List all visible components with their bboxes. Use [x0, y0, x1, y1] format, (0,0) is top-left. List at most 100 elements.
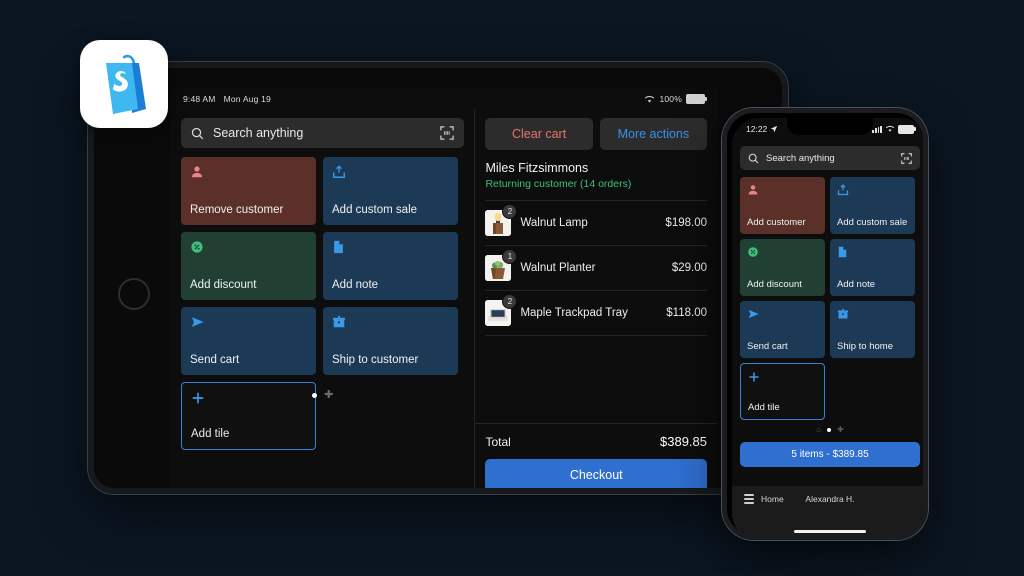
phone-search-input[interactable]: Search anything: [740, 146, 920, 170]
line-item-price: $29.00: [671, 262, 707, 274]
customer-status: Returning customer (14 orders): [485, 178, 632, 190]
tablet-tile-panel: Search anything Remove customer Add cust…: [171, 109, 475, 488]
customer-name: Miles Fitzsimmons: [485, 161, 589, 175]
wifi-icon: [885, 125, 895, 132]
phone-status-bar: 12:22: [732, 118, 923, 140]
tile-label: Add tile: [191, 428, 230, 441]
phone-bezel: 12:22 Search anything Add customer Add c…: [722, 108, 928, 540]
discount-icon: [747, 245, 818, 258]
phone-search-text: Search anything: [766, 152, 835, 164]
tile-label: Add discount: [190, 279, 257, 292]
cellular-signal-icon: [872, 125, 882, 133]
tablet-status-bar: 9:48 AM Mon Aug 19 100%: [171, 89, 717, 109]
phone-screen: 12:22 Search anything Add customer Add c…: [732, 118, 923, 535]
tile-add-customer[interactable]: Add customer: [740, 177, 825, 234]
tile-add-note[interactable]: Add note: [830, 239, 915, 296]
customer-icon: [747, 183, 818, 196]
tile-page-dots[interactable]: ✚: [171, 390, 474, 401]
cart-totals: Total $389.85 Checkout: [475, 423, 717, 488]
note-icon: [837, 245, 908, 258]
wifi-icon: [645, 95, 655, 103]
line-item-price: $118.00: [666, 307, 707, 319]
home-page-icon[interactable]: ⌂: [816, 426, 821, 434]
line-item-name: Walnut Planter: [520, 262, 596, 274]
line-item-name: Walnut Lamp: [520, 217, 588, 229]
send-icon: [747, 307, 818, 320]
product-thumbnail-walnut-planter: 1: [485, 249, 518, 281]
search-input-text: Search anything: [213, 126, 304, 140]
phone-status-time: 12:22: [746, 124, 768, 134]
shopify-logo: [80, 40, 168, 128]
send-icon: [190, 315, 307, 331]
tile-add-tile[interactable]: Add tile: [740, 363, 825, 420]
cart-line-list: 2 Walnut Lamp $198.00 1 Walnut Planter $…: [485, 200, 707, 336]
tablet-bezel: 9:48 AM Mon Aug 19 100% Search anything …: [88, 62, 788, 494]
tile-label: Send cart: [747, 341, 788, 352]
tablet-home-button[interactable]: [118, 278, 150, 310]
custom-sale-icon: [332, 165, 449, 181]
cart-line-item[interactable]: 1 Walnut Planter $29.00: [485, 246, 707, 291]
tile-label: Add note: [332, 279, 379, 292]
tablet-device: 9:48 AM Mon Aug 19 100% Search anything …: [88, 62, 788, 494]
more-actions-button[interactable]: More actions: [599, 118, 707, 150]
tile-label: Add customer: [747, 217, 806, 228]
product-thumbnail-maple-trackpad-tray: 2: [485, 294, 518, 326]
cart-line-item[interactable]: 2 Walnut Lamp $198.00: [485, 201, 707, 246]
tile-label: Ship to customer: [332, 354, 419, 367]
total-row: Total $389.85: [485, 434, 707, 449]
clear-cart-button[interactable]: Clear cart: [485, 118, 593, 150]
tile-label: Add custom sale: [837, 217, 908, 228]
plus-icon: [748, 370, 817, 383]
tablet-battery-percent: 100%: [659, 94, 682, 104]
tile-add-discount[interactable]: Add discount: [181, 232, 316, 300]
battery-icon: [686, 94, 707, 104]
note-icon: [332, 240, 449, 256]
line-qty-badge: 1: [502, 249, 518, 264]
tile-add-custom-sale[interactable]: Add custom sale: [830, 177, 915, 234]
battery-icon: [898, 124, 916, 134]
total-label: Total: [485, 434, 511, 449]
footer-staff-name: Alexandra H.: [805, 494, 855, 504]
add-page-icon[interactable]: ✚: [837, 426, 844, 434]
tile-label: Add tile: [748, 402, 780, 413]
line-item-name: Maple Trackpad Tray: [520, 307, 628, 319]
phone-tile-grid: Add customer Add custom sale Add discoun…: [732, 170, 923, 420]
home-indicator[interactable]: [794, 529, 866, 533]
phone-checkout-button[interactable]: 5 items - $389.85: [740, 442, 920, 467]
customer-block[interactable]: Miles Fitzsimmons Returning customer (14…: [475, 150, 717, 190]
tile-grid: Remove customer Add custom sale Add disc…: [171, 148, 474, 450]
tile-add-custom-sale[interactable]: Add custom sale: [323, 157, 458, 225]
checkout-button[interactable]: Checkout: [485, 459, 707, 488]
tile-label: Remove customer: [190, 204, 284, 217]
total-value: $389.85: [660, 434, 707, 449]
line-item-price: $198.00: [665, 217, 707, 229]
tile-label: Add note: [837, 279, 876, 290]
search-input[interactable]: Search anything: [181, 118, 465, 148]
add-page-icon[interactable]: ✚: [324, 390, 333, 401]
tile-label: Add discount: [747, 279, 802, 290]
cart-panel: Clear cart More actions Miles Fitzsimmon…: [474, 109, 717, 488]
cart-line-item[interactable]: 2 Maple Trackpad Tray $118.00: [485, 291, 707, 336]
tile-label: Ship to home: [837, 341, 893, 352]
tile-ship-to-customer[interactable]: Ship to customer: [323, 307, 458, 375]
tile-add-note[interactable]: Add note: [323, 232, 458, 300]
page-dot-active[interactable]: [827, 428, 832, 432]
tile-remove-customer[interactable]: Remove customer: [181, 157, 316, 225]
customer-icon: [190, 165, 307, 181]
search-icon: [748, 153, 759, 163]
page-dot-active[interactable]: [312, 393, 318, 398]
tile-send-cart[interactable]: Send cart: [181, 307, 316, 375]
tile-send-cart[interactable]: Send cart: [740, 301, 825, 358]
phone-page-dots[interactable]: ⌂ ✚: [732, 426, 923, 434]
tablet-screen: 9:48 AM Mon Aug 19 100% Search anything …: [171, 89, 717, 488]
tile-ship-to-home[interactable]: Ship to home: [830, 301, 915, 358]
barcode-scan-icon[interactable]: [901, 152, 912, 164]
location-arrow-icon: [771, 125, 778, 133]
tile-add-discount[interactable]: Add discount: [740, 239, 825, 296]
cart-action-row: Clear cart More actions: [475, 109, 717, 150]
barcode-scan-icon[interactable]: [440, 126, 455, 140]
phone-device: 12:22 Search anything Add customer Add c…: [722, 108, 928, 540]
custom-sale-icon: [837, 183, 908, 196]
search-icon: [191, 127, 204, 139]
line-qty-badge: 2: [502, 294, 518, 309]
